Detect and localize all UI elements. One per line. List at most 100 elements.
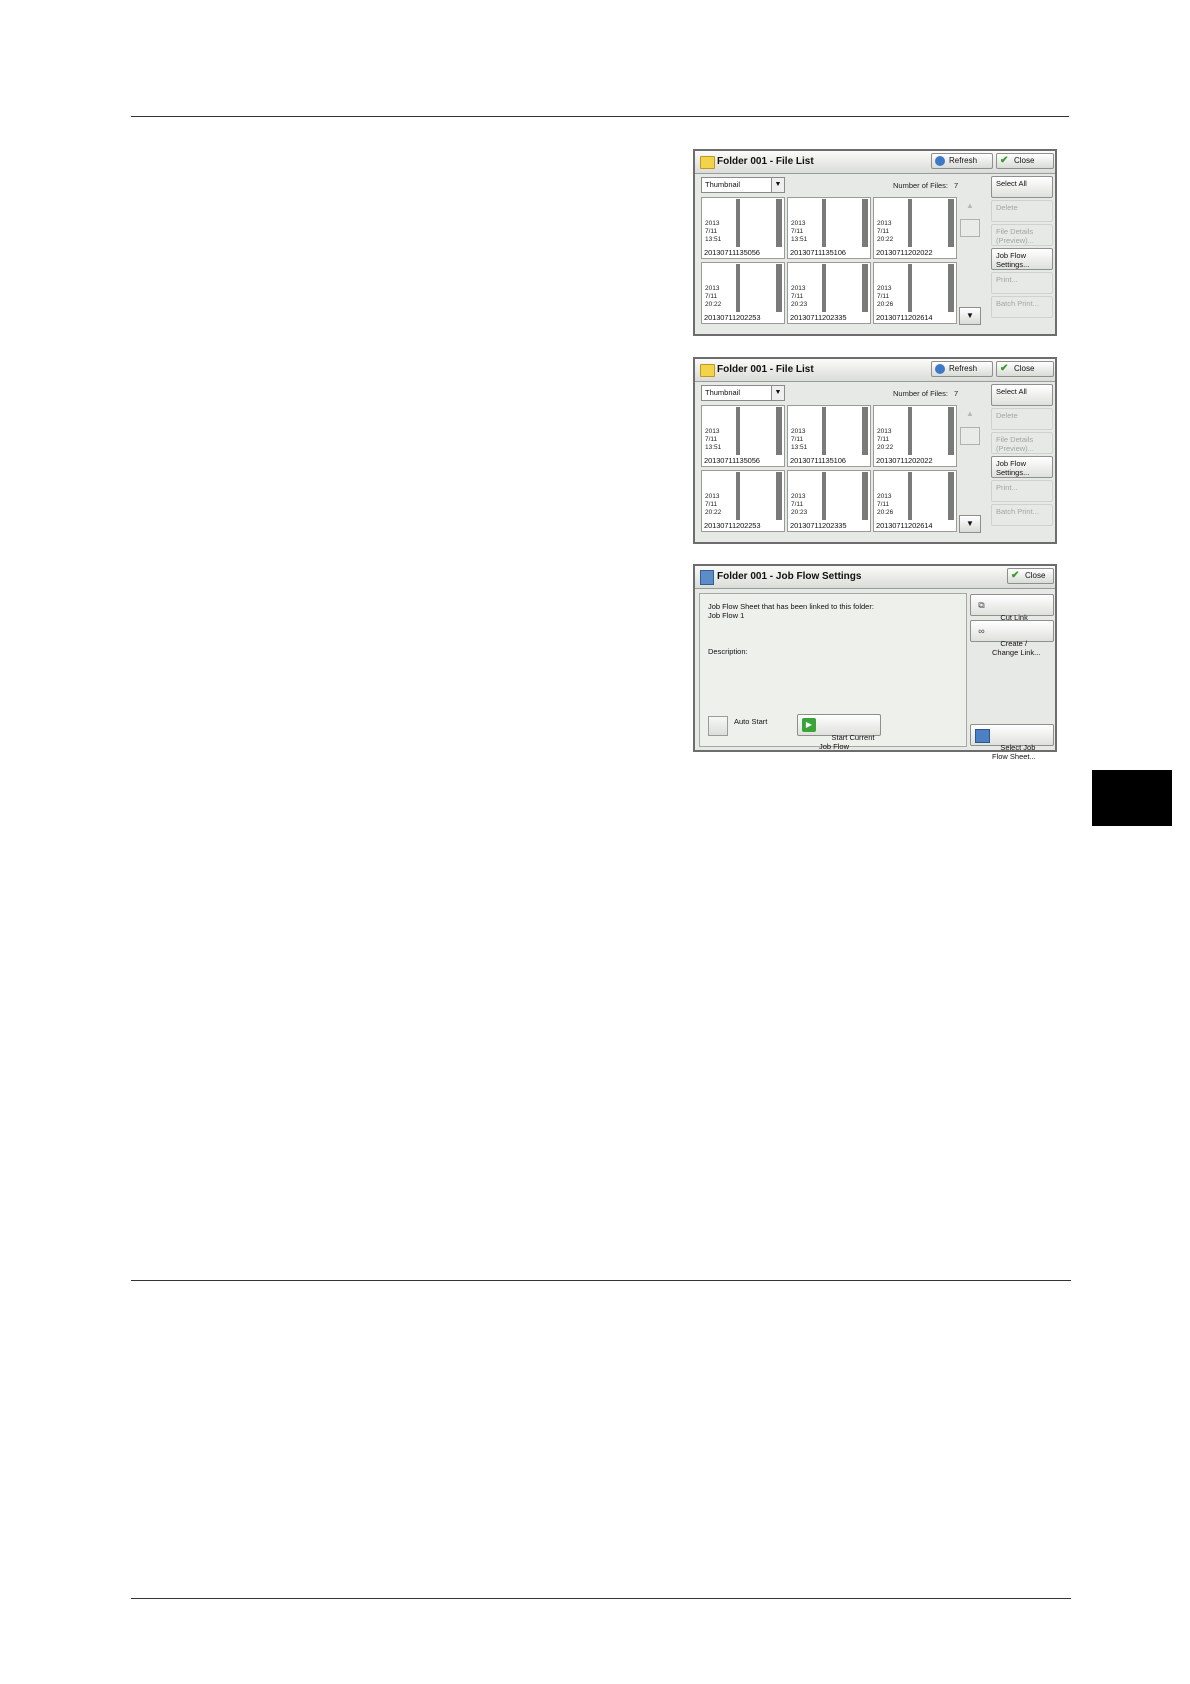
file-date: 2013 7/11 20:26 <box>877 285 894 308</box>
close-label: Close <box>1014 364 1035 373</box>
scroll-down-button[interactable]: ▼ <box>959 307 981 325</box>
file-thumbnail[interactable]: 2013 7/11 13:51 20130711135106 <box>787 405 871 467</box>
file-date: 2013 7/11 13:51 <box>791 428 808 451</box>
refresh-button[interactable]: Refresh <box>931 361 993 377</box>
start-current-job-flow-button[interactable]: ▶ Start Current Job Flow <box>797 714 881 750</box>
file-date: 2013 7/11 20:22 <box>877 428 894 451</box>
number-of-files-label: Number of Files: <box>893 181 949 190</box>
file-name: 20130711202253 <box>704 313 761 322</box>
select-sheet-label: Select Job Flow Sheet... <box>992 743 1036 761</box>
scroll-up-icon: ▲ <box>966 201 974 210</box>
chevron-down-icon: ▼ <box>771 178 784 192</box>
button-label: Job Flow Settings... <box>996 459 1030 477</box>
chapter-tab <box>1092 770 1172 826</box>
file-thumbnail[interactable]: 2013 7/11 20:22 20130711202253 <box>701 262 785 324</box>
batch-print-button[interactable]: Batch Print... <box>991 504 1053 526</box>
footer-rule <box>131 1598 1071 1599</box>
refresh-label: Refresh <box>949 156 978 165</box>
cut-link-button[interactable]: ⧉ Cut Link <box>970 594 1054 622</box>
play-icon: ▶ <box>802 718 816 732</box>
select-all-button[interactable]: Select All <box>991 384 1053 406</box>
file-thumbnail[interactable]: 2013 7/11 20:26 20130711202614 <box>873 470 957 532</box>
view-mode-dropdown[interactable]: Thumbnail ▼ <box>701 385 785 401</box>
file-name: 20130711135056 <box>704 248 760 257</box>
page-preview <box>822 407 868 455</box>
number-of-files: Number of Files: 7 <box>893 389 958 398</box>
file-date: 2013 7/11 20:22 <box>705 285 722 308</box>
linked-sheet-label: Job Flow Sheet that has been linked to t… <box>708 602 874 611</box>
button-label: Delete <box>996 411 1018 420</box>
check-icon: ✔ <box>1011 570 1020 581</box>
folder-icon <box>700 156 715 169</box>
page-preview <box>822 264 868 312</box>
delete-button[interactable]: Delete <box>991 408 1053 430</box>
button-label: Select All <box>996 387 1027 396</box>
scroll-thumb[interactable] <box>960 427 980 445</box>
file-thumbnail[interactable]: 2013 7/11 20:23 20130711202335 <box>787 262 871 324</box>
file-name: 20130711202022 <box>876 248 933 257</box>
scroll-thumb[interactable] <box>960 219 980 237</box>
file-name: 20130711135106 <box>790 248 846 257</box>
batch-print-button[interactable]: Batch Print... <box>991 296 1053 318</box>
refresh-icon <box>935 364 945 374</box>
view-mode-value: Thumbnail <box>705 180 741 189</box>
file-date: 2013 7/11 20:22 <box>877 220 894 243</box>
file-name: 20130711202614 <box>876 313 933 322</box>
view-mode-dropdown[interactable]: Thumbnail ▼ <box>701 177 785 193</box>
button-label: File Details (Preview)... <box>996 227 1034 245</box>
job-flow-icon <box>700 570 714 585</box>
scrollbar[interactable]: ▲ ▼ <box>959 197 981 325</box>
refresh-label: Refresh <box>949 364 978 373</box>
close-button[interactable]: ✔ Close <box>996 361 1054 377</box>
delete-button[interactable]: Delete <box>991 200 1053 222</box>
create-change-link-button[interactable]: ∞ Create / Change Link... <box>970 620 1054 656</box>
file-details-button[interactable]: File Details (Preview)... <box>991 224 1053 246</box>
file-name: 20130711202022 <box>876 456 933 465</box>
close-button[interactable]: ✔ Close <box>1007 568 1054 584</box>
select-all-button[interactable]: Select All <box>991 176 1053 198</box>
job-flow-sheet-icon <box>975 729 990 743</box>
file-thumbnail[interactable]: 2013 7/11 20:26 20130711202614 <box>873 262 957 324</box>
refresh-button[interactable]: Refresh <box>931 153 993 169</box>
button-label: Select All <box>996 179 1027 188</box>
file-date: 2013 7/11 13:51 <box>705 220 722 243</box>
header-rule <box>131 116 1069 117</box>
description-label: Description: <box>708 647 748 656</box>
button-label: Print... <box>996 275 1018 284</box>
close-label: Close <box>1014 156 1035 165</box>
print-button[interactable]: Print... <box>991 480 1053 502</box>
job-flow-settings-button[interactable]: Job Flow Settings... <box>991 248 1053 270</box>
title-bar: Folder 001 - File List Refresh ✔ Close <box>695 359 1055 382</box>
select-job-flow-sheet-button[interactable]: Select Job Flow Sheet... <box>970 724 1054 760</box>
file-name: 20130711202335 <box>790 313 847 322</box>
file-details-button[interactable]: File Details (Preview)... <box>991 432 1053 454</box>
file-thumbnail[interactable]: 2013 7/11 20:22 20130711202022 <box>873 197 957 259</box>
close-label: Close <box>1025 571 1046 580</box>
auto-start-checkbox[interactable] <box>708 716 728 736</box>
file-thumbnail[interactable]: 2013 7/11 13:51 20130711135106 <box>787 197 871 259</box>
auto-start-label: Auto Start <box>734 717 768 726</box>
number-of-files-value: 7 <box>954 389 959 398</box>
button-label: Job Flow Settings... <box>996 251 1030 269</box>
scrollbar[interactable]: ▲ ▼ <box>959 405 981 533</box>
file-thumbnail[interactable]: 2013 7/11 20:22 20130711202253 <box>701 470 785 532</box>
job-flow-settings-button[interactable]: Job Flow Settings... <box>991 456 1053 478</box>
file-thumbnail[interactable]: 2013 7/11 13:51 20130711135056 <box>701 197 785 259</box>
panel-title: Folder 001 - File List <box>717 156 814 167</box>
page-preview <box>822 472 868 520</box>
page-preview <box>908 472 954 520</box>
page-preview <box>736 199 782 247</box>
file-date: 2013 7/11 20:22 <box>705 493 722 516</box>
linked-sheet-value: Job Flow 1 <box>708 611 745 620</box>
check-icon: ✔ <box>1000 363 1009 374</box>
section-rule <box>131 1280 1071 1281</box>
folder-icon <box>700 364 715 377</box>
file-thumbnail[interactable]: 2013 7/11 20:23 20130711202335 <box>787 470 871 532</box>
file-thumbnail[interactable]: 2013 7/11 13:51 20130711135056 <box>701 405 785 467</box>
print-button[interactable]: Print... <box>991 272 1053 294</box>
page-preview <box>908 199 954 247</box>
scroll-down-button[interactable]: ▼ <box>959 515 981 533</box>
close-button[interactable]: ✔ Close <box>996 153 1054 169</box>
file-date: 2013 7/11 20:26 <box>877 493 894 516</box>
file-thumbnail[interactable]: 2013 7/11 20:22 20130711202022 <box>873 405 957 467</box>
